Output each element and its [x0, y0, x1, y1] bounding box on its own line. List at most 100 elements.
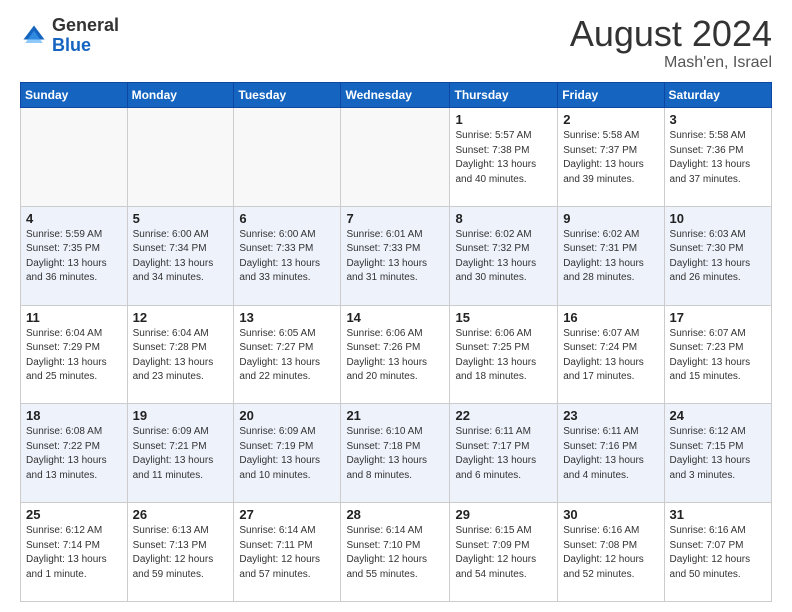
day-info: Sunrise: 6:10 AM Sunset: 7:18 PM Dayligh…	[346, 425, 444, 483]
generalblue-logo-icon	[20, 22, 48, 50]
day-info: Sunrise: 6:09 AM Sunset: 7:21 PM Dayligh…	[133, 425, 229, 483]
day-info: Sunrise: 6:06 AM Sunset: 7:25 PM Dayligh…	[455, 327, 552, 385]
day-number: 19	[133, 408, 229, 423]
day-info: Sunrise: 6:08 AM Sunset: 7:22 PM Dayligh…	[26, 425, 122, 483]
table-row	[234, 108, 341, 207]
table-row: 17Sunrise: 6:07 AM Sunset: 7:23 PM Dayli…	[664, 305, 771, 404]
day-number: 21	[346, 408, 444, 423]
day-info: Sunrise: 6:00 AM Sunset: 7:33 PM Dayligh…	[239, 228, 335, 286]
day-info: Sunrise: 6:16 AM Sunset: 7:08 PM Dayligh…	[563, 524, 658, 582]
table-row: 9 Sunrise: 6:02 AM Sunset: 7:31 PM Daylig…	[558, 206, 664, 305]
day-number: 9	[563, 211, 658, 226]
day-info: Sunrise: 6:09 AM Sunset: 7:19 PM Dayligh…	[239, 425, 335, 483]
table-row: 12 Sunrise: 6:04 AM Sunset: 7:28 PM Dayli…	[127, 305, 234, 404]
table-row: 10 Sunrise: 6:03 AM Sunset: 7:30 PM Dayli…	[664, 206, 771, 305]
location-subtitle: Mash'en, Israel	[570, 54, 772, 72]
table-row: 13 Sunrise: 6:05 AM Sunset: 7:27 PM Dayli…	[234, 305, 341, 404]
day-number: 23	[563, 408, 658, 423]
day-info: Sunrise: 5:57 AM Sunset: 7:38 PM Dayligh…	[455, 129, 552, 187]
day-number: 18	[26, 408, 122, 423]
day-info: Sunrise: 6:15 AM Sunset: 7:09 PM Dayligh…	[455, 524, 552, 582]
table-row: 6 Sunrise: 6:00 AM Sunset: 7:33 PM Daylig…	[234, 206, 341, 305]
day-info: Sunrise: 6:07 AM Sunset: 7:24 PM Dayligh…	[563, 327, 658, 385]
table-row	[127, 108, 234, 207]
col-saturday: Saturday	[664, 83, 771, 108]
day-number: 16	[563, 310, 658, 325]
table-row	[21, 108, 128, 207]
col-tuesday: Tuesday	[234, 83, 341, 108]
calendar-table: Sunday Monday Tuesday Wednesday Thursday…	[20, 82, 772, 602]
calendar-week-row: 4Sunrise: 5:59 AM Sunset: 7:35 PM Daylig…	[21, 206, 772, 305]
col-monday: Monday	[127, 83, 234, 108]
table-row: 5 Sunrise: 6:00 AM Sunset: 7:34 PM Daylig…	[127, 206, 234, 305]
table-row	[341, 108, 450, 207]
table-row: 27 Sunrise: 6:14 AM Sunset: 7:11 PM Dayli…	[234, 503, 341, 602]
day-number: 24	[670, 408, 766, 423]
table-row: 3 Sunrise: 5:58 AM Sunset: 7:36 PM Daylig…	[664, 108, 771, 207]
day-number: 22	[455, 408, 552, 423]
day-number: 5	[133, 211, 229, 226]
month-year-title: August 2024	[570, 16, 772, 52]
title-block: August 2024 Mash'en, Israel	[570, 16, 772, 72]
day-number: 8	[455, 211, 552, 226]
table-row: 24 Sunrise: 6:12 AM Sunset: 7:15 PM Dayli…	[664, 404, 771, 503]
day-number: 20	[239, 408, 335, 423]
day-number: 1	[455, 112, 552, 127]
day-info: Sunrise: 6:07 AM Sunset: 7:23 PM Dayligh…	[670, 327, 766, 385]
calendar-week-row: 18 Sunrise: 6:08 AM Sunset: 7:22 PM Dayli…	[21, 404, 772, 503]
day-number: 15	[455, 310, 552, 325]
day-number: 12	[133, 310, 229, 325]
col-thursday: Thursday	[450, 83, 558, 108]
day-info: Sunrise: 6:12 AM Sunset: 7:15 PM Dayligh…	[670, 425, 766, 483]
day-info: Sunrise: 6:05 AM Sunset: 7:27 PM Dayligh…	[239, 327, 335, 385]
col-sunday: Sunday	[21, 83, 128, 108]
day-info: Sunrise: 5:59 AM Sunset: 7:35 PM Dayligh…	[26, 228, 122, 286]
day-info: Sunrise: 6:00 AM Sunset: 7:34 PM Dayligh…	[133, 228, 229, 286]
day-number: 29	[455, 507, 552, 522]
logo: General Blue	[20, 16, 119, 56]
day-info: Sunrise: 6:02 AM Sunset: 7:32 PM Dayligh…	[455, 228, 552, 286]
table-row: 4Sunrise: 5:59 AM Sunset: 7:35 PM Daylig…	[21, 206, 128, 305]
logo-general: General	[52, 15, 119, 35]
day-info: Sunrise: 6:01 AM Sunset: 7:33 PM Dayligh…	[346, 228, 444, 286]
table-row: 18 Sunrise: 6:08 AM Sunset: 7:22 PM Dayli…	[21, 404, 128, 503]
calendar-week-row: 25Sunrise: 6:12 AM Sunset: 7:14 PM Dayli…	[21, 503, 772, 602]
day-number: 3	[670, 112, 766, 127]
table-row: 2Sunrise: 5:58 AM Sunset: 7:37 PM Daylig…	[558, 108, 664, 207]
day-number: 25	[26, 507, 122, 522]
day-info: Sunrise: 6:11 AM Sunset: 7:16 PM Dayligh…	[563, 425, 658, 483]
table-row: 16 Sunrise: 6:07 AM Sunset: 7:24 PM Dayli…	[558, 305, 664, 404]
header: General Blue August 2024 Mash'en, Israel	[20, 16, 772, 72]
page: General Blue August 2024 Mash'en, Israel…	[0, 0, 792, 612]
day-info: Sunrise: 6:13 AM Sunset: 7:13 PM Dayligh…	[133, 524, 229, 582]
table-row: 19 Sunrise: 6:09 AM Sunset: 7:21 PM Dayli…	[127, 404, 234, 503]
day-number: 2	[563, 112, 658, 127]
day-number: 10	[670, 211, 766, 226]
table-row: 31Sunrise: 6:16 AM Sunset: 7:07 PM Dayli…	[664, 503, 771, 602]
calendar-week-row: 1 Sunrise: 5:57 AM Sunset: 7:38 PM Daylig…	[21, 108, 772, 207]
day-number: 13	[239, 310, 335, 325]
table-row: 26Sunrise: 6:13 AM Sunset: 7:13 PM Dayli…	[127, 503, 234, 602]
table-row: 23 Sunrise: 6:11 AM Sunset: 7:16 PM Dayli…	[558, 404, 664, 503]
logo-text: General Blue	[52, 16, 119, 56]
table-row: 1 Sunrise: 5:57 AM Sunset: 7:38 PM Daylig…	[450, 108, 558, 207]
day-number: 6	[239, 211, 335, 226]
table-row: 29 Sunrise: 6:15 AM Sunset: 7:09 PM Dayli…	[450, 503, 558, 602]
day-info: Sunrise: 6:04 AM Sunset: 7:28 PM Dayligh…	[133, 327, 229, 385]
day-number: 14	[346, 310, 444, 325]
day-info: Sunrise: 6:16 AM Sunset: 7:07 PM Dayligh…	[670, 524, 766, 582]
day-info: Sunrise: 6:14 AM Sunset: 7:11 PM Dayligh…	[239, 524, 335, 582]
table-row: 28Sunrise: 6:14 AM Sunset: 7:10 PM Dayli…	[341, 503, 450, 602]
calendar-header-row: Sunday Monday Tuesday Wednesday Thursday…	[21, 83, 772, 108]
day-info: Sunrise: 6:03 AM Sunset: 7:30 PM Dayligh…	[670, 228, 766, 286]
day-info: Sunrise: 6:14 AM Sunset: 7:10 PM Dayligh…	[346, 524, 444, 582]
table-row: 7Sunrise: 6:01 AM Sunset: 7:33 PM Daylig…	[341, 206, 450, 305]
table-row: 22Sunrise: 6:11 AM Sunset: 7:17 PM Dayli…	[450, 404, 558, 503]
table-row: 30Sunrise: 6:16 AM Sunset: 7:08 PM Dayli…	[558, 503, 664, 602]
day-info: Sunrise: 5:58 AM Sunset: 7:36 PM Dayligh…	[670, 129, 766, 187]
table-row: 8 Sunrise: 6:02 AM Sunset: 7:32 PM Daylig…	[450, 206, 558, 305]
table-row: 15 Sunrise: 6:06 AM Sunset: 7:25 PM Dayli…	[450, 305, 558, 404]
col-wednesday: Wednesday	[341, 83, 450, 108]
day-number: 27	[239, 507, 335, 522]
day-info: Sunrise: 6:02 AM Sunset: 7:31 PM Dayligh…	[563, 228, 658, 286]
